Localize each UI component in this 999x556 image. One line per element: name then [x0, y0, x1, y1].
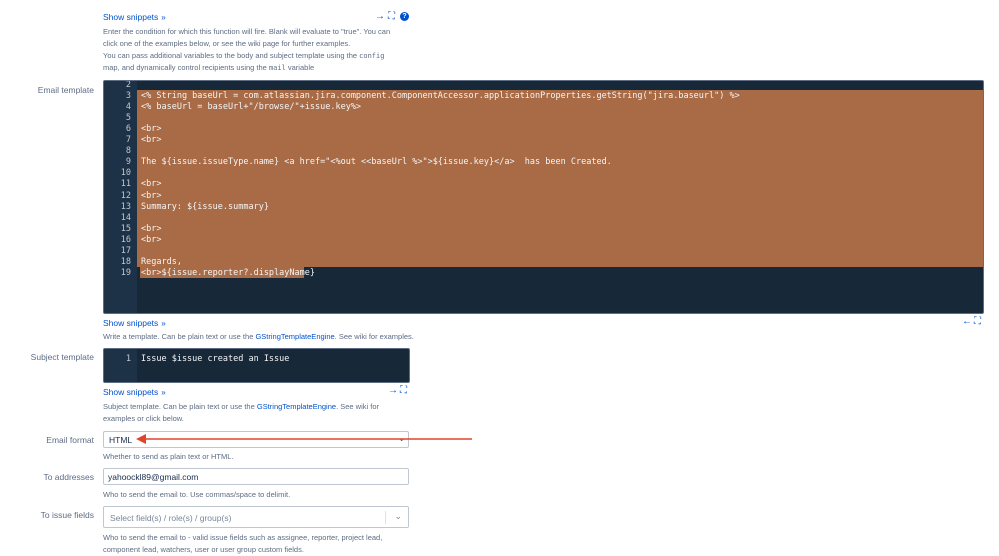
subject-template-editor[interactable]: 1 Issue $issue created an Issue — [103, 348, 410, 383]
selection-highlight — [137, 255, 983, 268]
email-template-label: Email template — [37, 85, 94, 95]
code-line: <% String baseUrl = com.atlassian.jira.c… — [141, 91, 740, 102]
email-format-value: HTML — [109, 435, 133, 445]
gstring-template-engine-link[interactable]: GStringTemplateEngine — [257, 402, 336, 411]
selection-highlight — [137, 112, 983, 124]
selection-highlight — [137, 222, 983, 235]
show-snippets-toggle-condition[interactable]: Show snippets» — [103, 12, 166, 22]
code-line: Summary: ${issue.summary} — [141, 201, 269, 212]
line-number: 4 — [125, 102, 131, 113]
help-icon[interactable]: ? — [400, 12, 409, 21]
divider — [385, 511, 386, 524]
email-format-label: Email format — [46, 435, 94, 445]
show-snippets-toggle-subject[interactable]: Show snippets» — [103, 387, 166, 397]
chevron-down-icon: » — [161, 13, 166, 22]
condition-help-text: Enter the condition for which this funct… — [103, 27, 391, 72]
selection-highlight — [137, 178, 983, 190]
line-number: 14 — [120, 212, 131, 223]
line-number: 12 — [120, 190, 131, 201]
show-snippets-toggle-email[interactable]: Show snippets» — [103, 318, 166, 328]
line-number: 5 — [125, 113, 131, 124]
selection-highlight — [137, 167, 983, 179]
selection-highlight — [137, 134, 983, 146]
subject-template-help: Subject template. Can be plain text or u… — [103, 402, 380, 423]
line-number: 1 — [125, 354, 131, 364]
line-number: 15 — [120, 223, 131, 234]
selection-highlight — [137, 211, 983, 224]
selection-highlight — [137, 123, 983, 135]
email-template-help: Write a template. Can be plain text or u… — [103, 332, 414, 341]
line-number: 13 — [120, 201, 131, 212]
selection-highlight — [137, 233, 983, 246]
email-format-help: Whether to send as plain text or HTML. — [103, 452, 234, 461]
code-line: <br>${issue.reporter?.displayName} — [141, 267, 315, 278]
code-line: <br> — [141, 223, 162, 234]
to-addresses-help: Who to send the email to. Use commas/spa… — [103, 490, 291, 499]
code-line: <br> — [141, 124, 162, 135]
to-addresses-label: To addresses — [43, 472, 94, 482]
chevron-down-icon: » — [161, 388, 166, 397]
line-number: 18 — [120, 256, 131, 267]
code-line: <br> — [141, 179, 162, 190]
line-number: 2 — [125, 80, 131, 90]
line-number: 3 — [125, 91, 131, 102]
annotation-arrow — [136, 434, 472, 444]
expand-icon[interactable]: ⛶ — [974, 317, 981, 327]
to-addresses-input[interactable]: yahoockl89@gmail.com — [103, 468, 409, 485]
line-number: 10 — [120, 168, 131, 179]
code-line: <br> — [141, 234, 162, 245]
code-line: <br> — [141, 135, 162, 146]
selection-highlight — [137, 145, 983, 157]
arrow-right-icon[interactable]: → — [375, 12, 385, 22]
subject-template-label: Subject template — [30, 352, 94, 362]
code-line: <% baseUrl = baseUrl+"/browse/"+issue.ke… — [141, 102, 362, 113]
line-number: 19 — [120, 267, 131, 278]
to-addresses-value: yahoockl89@gmail.com — [108, 472, 199, 482]
line-number: 6 — [125, 124, 131, 135]
chevron-down-icon: ⌄ — [394, 511, 402, 521]
code-line: Regards, — [141, 256, 182, 267]
expand-icon[interactable]: ⛶ — [400, 386, 407, 396]
line-number: 16 — [120, 234, 131, 245]
line-number: 7 — [125, 135, 131, 146]
line-number: 11 — [120, 179, 131, 190]
arrow-right-icon[interactable]: → — [388, 386, 398, 396]
to-issue-fields-help: Who to send the email to - valid issue f… — [103, 533, 383, 554]
code-line: The ${issue.issueType.name} <a href="<%o… — [141, 157, 612, 168]
gstring-template-engine-link[interactable]: GStringTemplateEngine — [255, 332, 334, 341]
selection-highlight — [137, 244, 983, 257]
chevron-down-icon: » — [161, 319, 166, 328]
expand-icon[interactable]: ⛶ — [388, 12, 395, 22]
line-number: 17 — [120, 245, 131, 256]
line-number: 8 — [125, 146, 131, 157]
to-issue-fields-select[interactable]: Select field(s) / role(s) / group(s) ⌄ — [103, 506, 409, 528]
line-number: 9 — [125, 157, 131, 168]
email-template-editor[interactable]: 2 3 <% String baseUrl = com.atlassian.jira… — [103, 80, 984, 314]
subject-code-line: Issue $issue created an Issue — [141, 354, 290, 364]
to-issue-fields-label: To issue fields — [40, 510, 94, 520]
selection-highlight — [137, 189, 983, 202]
to-issue-fields-placeholder: Select field(s) / role(s) / group(s) — [110, 513, 232, 523]
code-line: <br> — [141, 190, 162, 201]
arrow-left-icon[interactable]: ← — [962, 317, 972, 327]
